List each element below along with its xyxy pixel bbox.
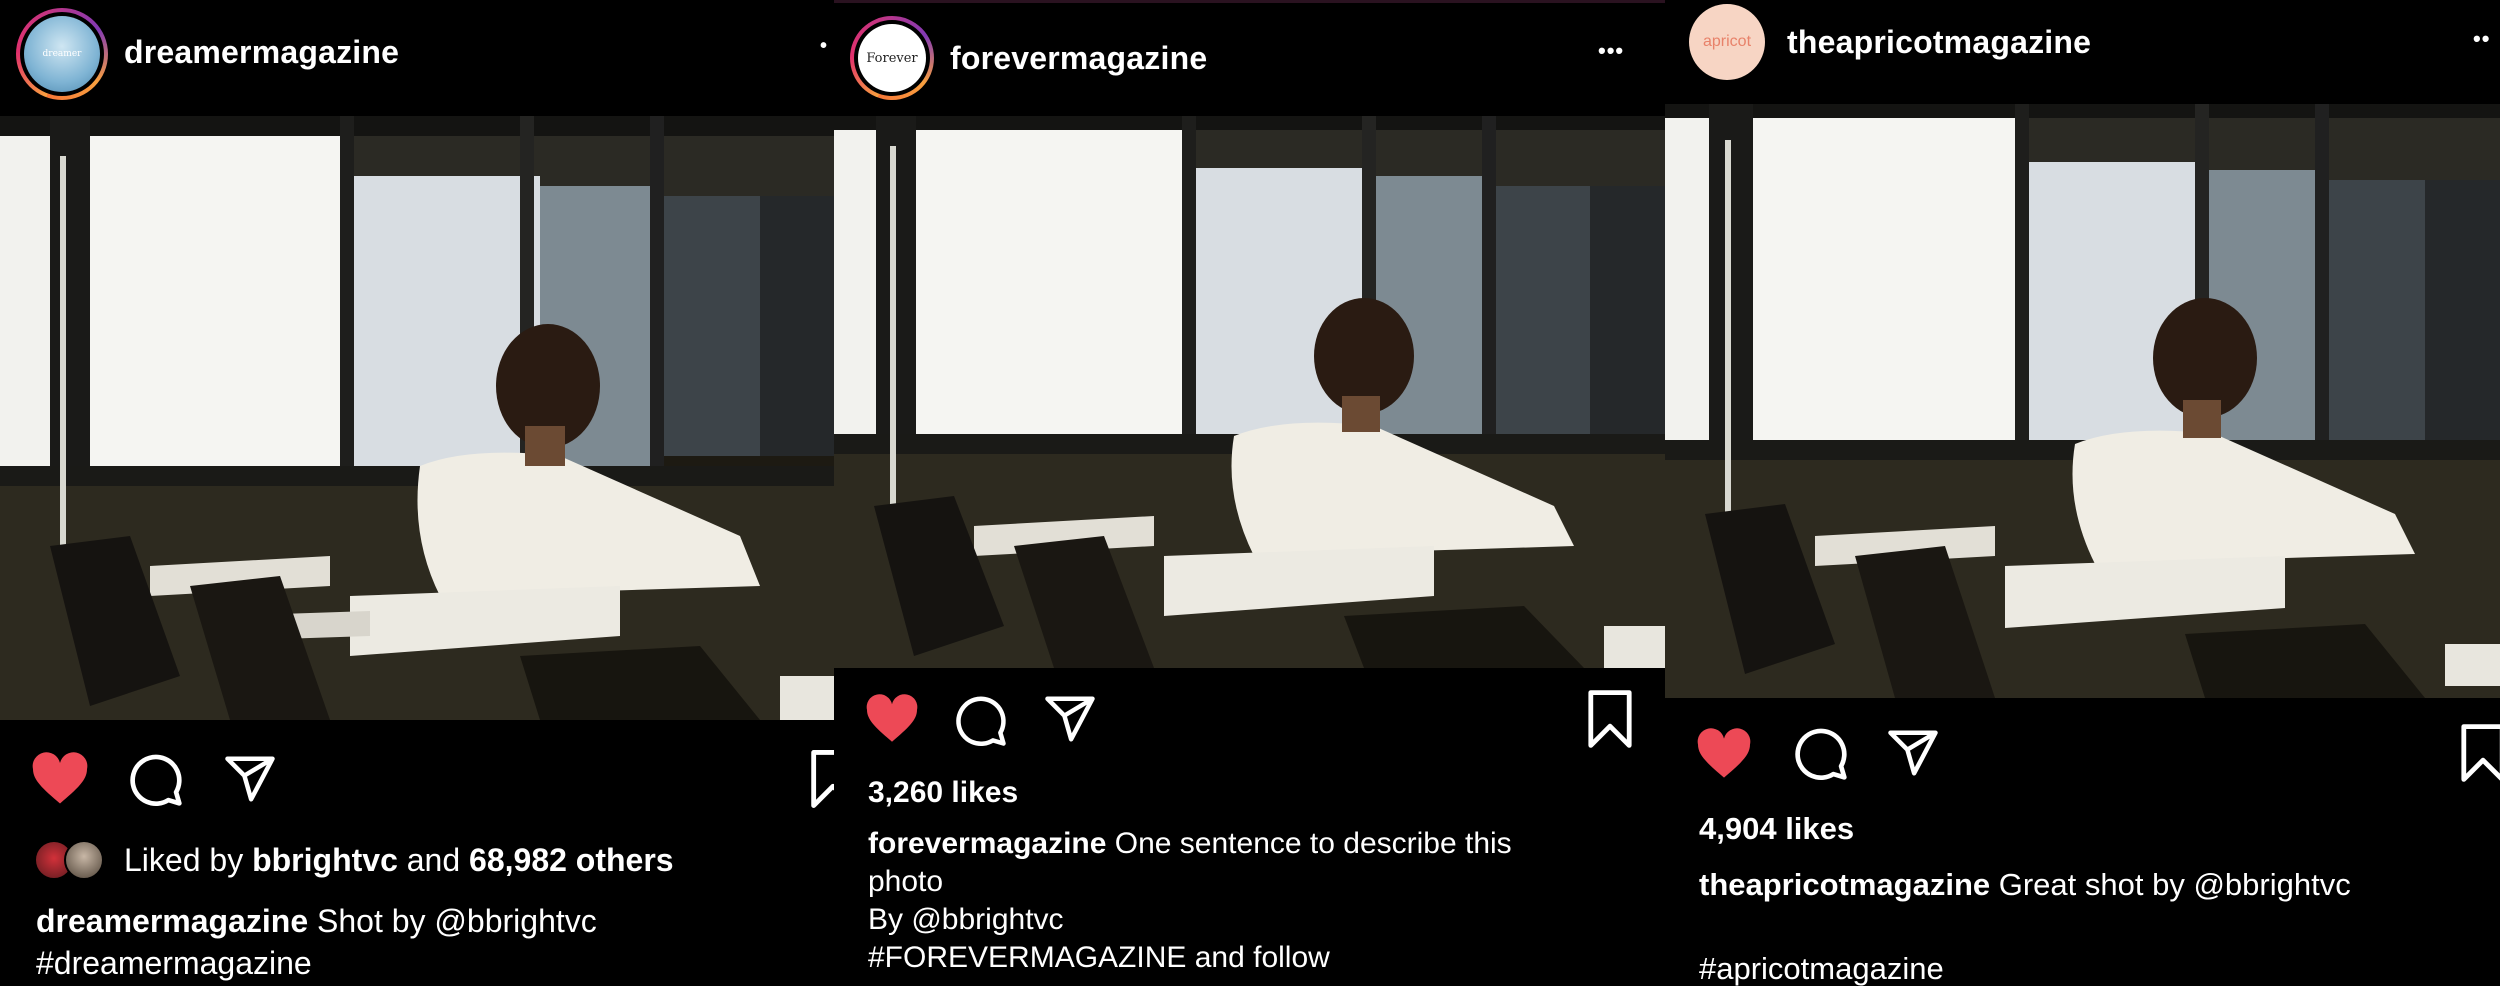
post-photo[interactable] bbox=[1665, 104, 2500, 698]
bookmark-icon[interactable] bbox=[1586, 690, 1634, 748]
liked-by-mid: and bbox=[397, 842, 470, 878]
avatar bbox=[64, 840, 104, 880]
post-dreamermagazine: dreamer dreamermagazine • Liked by bbrig… bbox=[0, 0, 834, 986]
avatar-label: dreamer bbox=[42, 49, 82, 59]
caption: theapricotmagazine Great shot by @bbrigh… bbox=[1699, 864, 2351, 986]
caption-username[interactable]: dreamermagazine bbox=[36, 903, 308, 939]
caption-hashtag[interactable]: #FOREVERMAGAZINE and follow bbox=[868, 939, 1512, 977]
caption-username[interactable]: forevermagazine bbox=[868, 827, 1106, 860]
liked-by-user[interactable]: bbrightvc bbox=[252, 842, 398, 878]
liked-by-prefix: Liked by bbox=[124, 842, 253, 878]
post-photo[interactable] bbox=[0, 116, 834, 720]
caption-credit: By @bbrightvc bbox=[868, 903, 1064, 936]
heart-filled-icon[interactable] bbox=[1695, 728, 1753, 780]
post-theapricotmagazine: apricot theapricotmagazine •• 4,904 like… bbox=[1665, 0, 2500, 986]
share-icon[interactable] bbox=[222, 752, 278, 806]
username[interactable]: theapricotmagazine bbox=[1787, 24, 2091, 61]
caption-text: One sentence to describe this bbox=[1106, 827, 1512, 860]
caption-text: Shot by @bbrightvc bbox=[308, 903, 597, 939]
liked-by-line: Liked by bbrightvc and 68,982 others bbox=[124, 840, 674, 880]
heart-filled-icon[interactable] bbox=[864, 694, 920, 744]
avatar[interactable]: dreamer bbox=[16, 8, 108, 100]
caption-username[interactable]: theapricotmagazine bbox=[1699, 867, 1990, 902]
caption-text: Great shot by @bbrightvc bbox=[1990, 867, 2351, 902]
caption: forevermagazine One sentence to describe… bbox=[868, 825, 1512, 977]
share-icon[interactable] bbox=[1042, 692, 1098, 746]
comment-icon[interactable] bbox=[128, 752, 184, 808]
caption-line: photo bbox=[868, 865, 944, 898]
liked-by-avatars bbox=[34, 840, 110, 880]
share-icon[interactable] bbox=[1885, 726, 1941, 780]
more-icon[interactable]: • bbox=[820, 36, 828, 56]
caption-hashtag[interactable]: #dreamermagazine bbox=[36, 942, 597, 984]
likes-count[interactable]: 4,904 likes bbox=[1699, 810, 1854, 848]
avatar[interactable]: apricot bbox=[1689, 4, 1765, 80]
caption-hashtag[interactable]: #apricotmagazine bbox=[1699, 948, 2351, 986]
heart-filled-icon[interactable] bbox=[30, 752, 90, 806]
username[interactable]: forevermagazine bbox=[950, 40, 1207, 77]
bookmark-icon[interactable] bbox=[2459, 724, 2500, 782]
comment-icon[interactable] bbox=[1793, 726, 1849, 782]
avatar-label: Forever bbox=[866, 50, 918, 66]
comment-icon[interactable] bbox=[954, 694, 1008, 748]
caption: dreamermagazine Shot by @bbrightvc #drea… bbox=[36, 900, 597, 984]
post-forevermagazine: Forever forevermagazine ••• 3,260 likes … bbox=[834, 0, 1665, 986]
more-icon[interactable]: •• bbox=[2473, 28, 2490, 50]
post-photo[interactable] bbox=[834, 116, 1665, 668]
avatar-label: apricot bbox=[1702, 33, 1752, 50]
username[interactable]: dreamermagazine bbox=[124, 34, 399, 71]
more-icon[interactable]: ••• bbox=[1598, 40, 1624, 62]
likes-count[interactable]: 3,260 likes bbox=[868, 774, 1018, 812]
bookmark-icon[interactable] bbox=[808, 750, 834, 808]
avatar[interactable]: Forever bbox=[850, 16, 934, 100]
liked-by-others[interactable]: 68,982 others bbox=[469, 842, 674, 878]
